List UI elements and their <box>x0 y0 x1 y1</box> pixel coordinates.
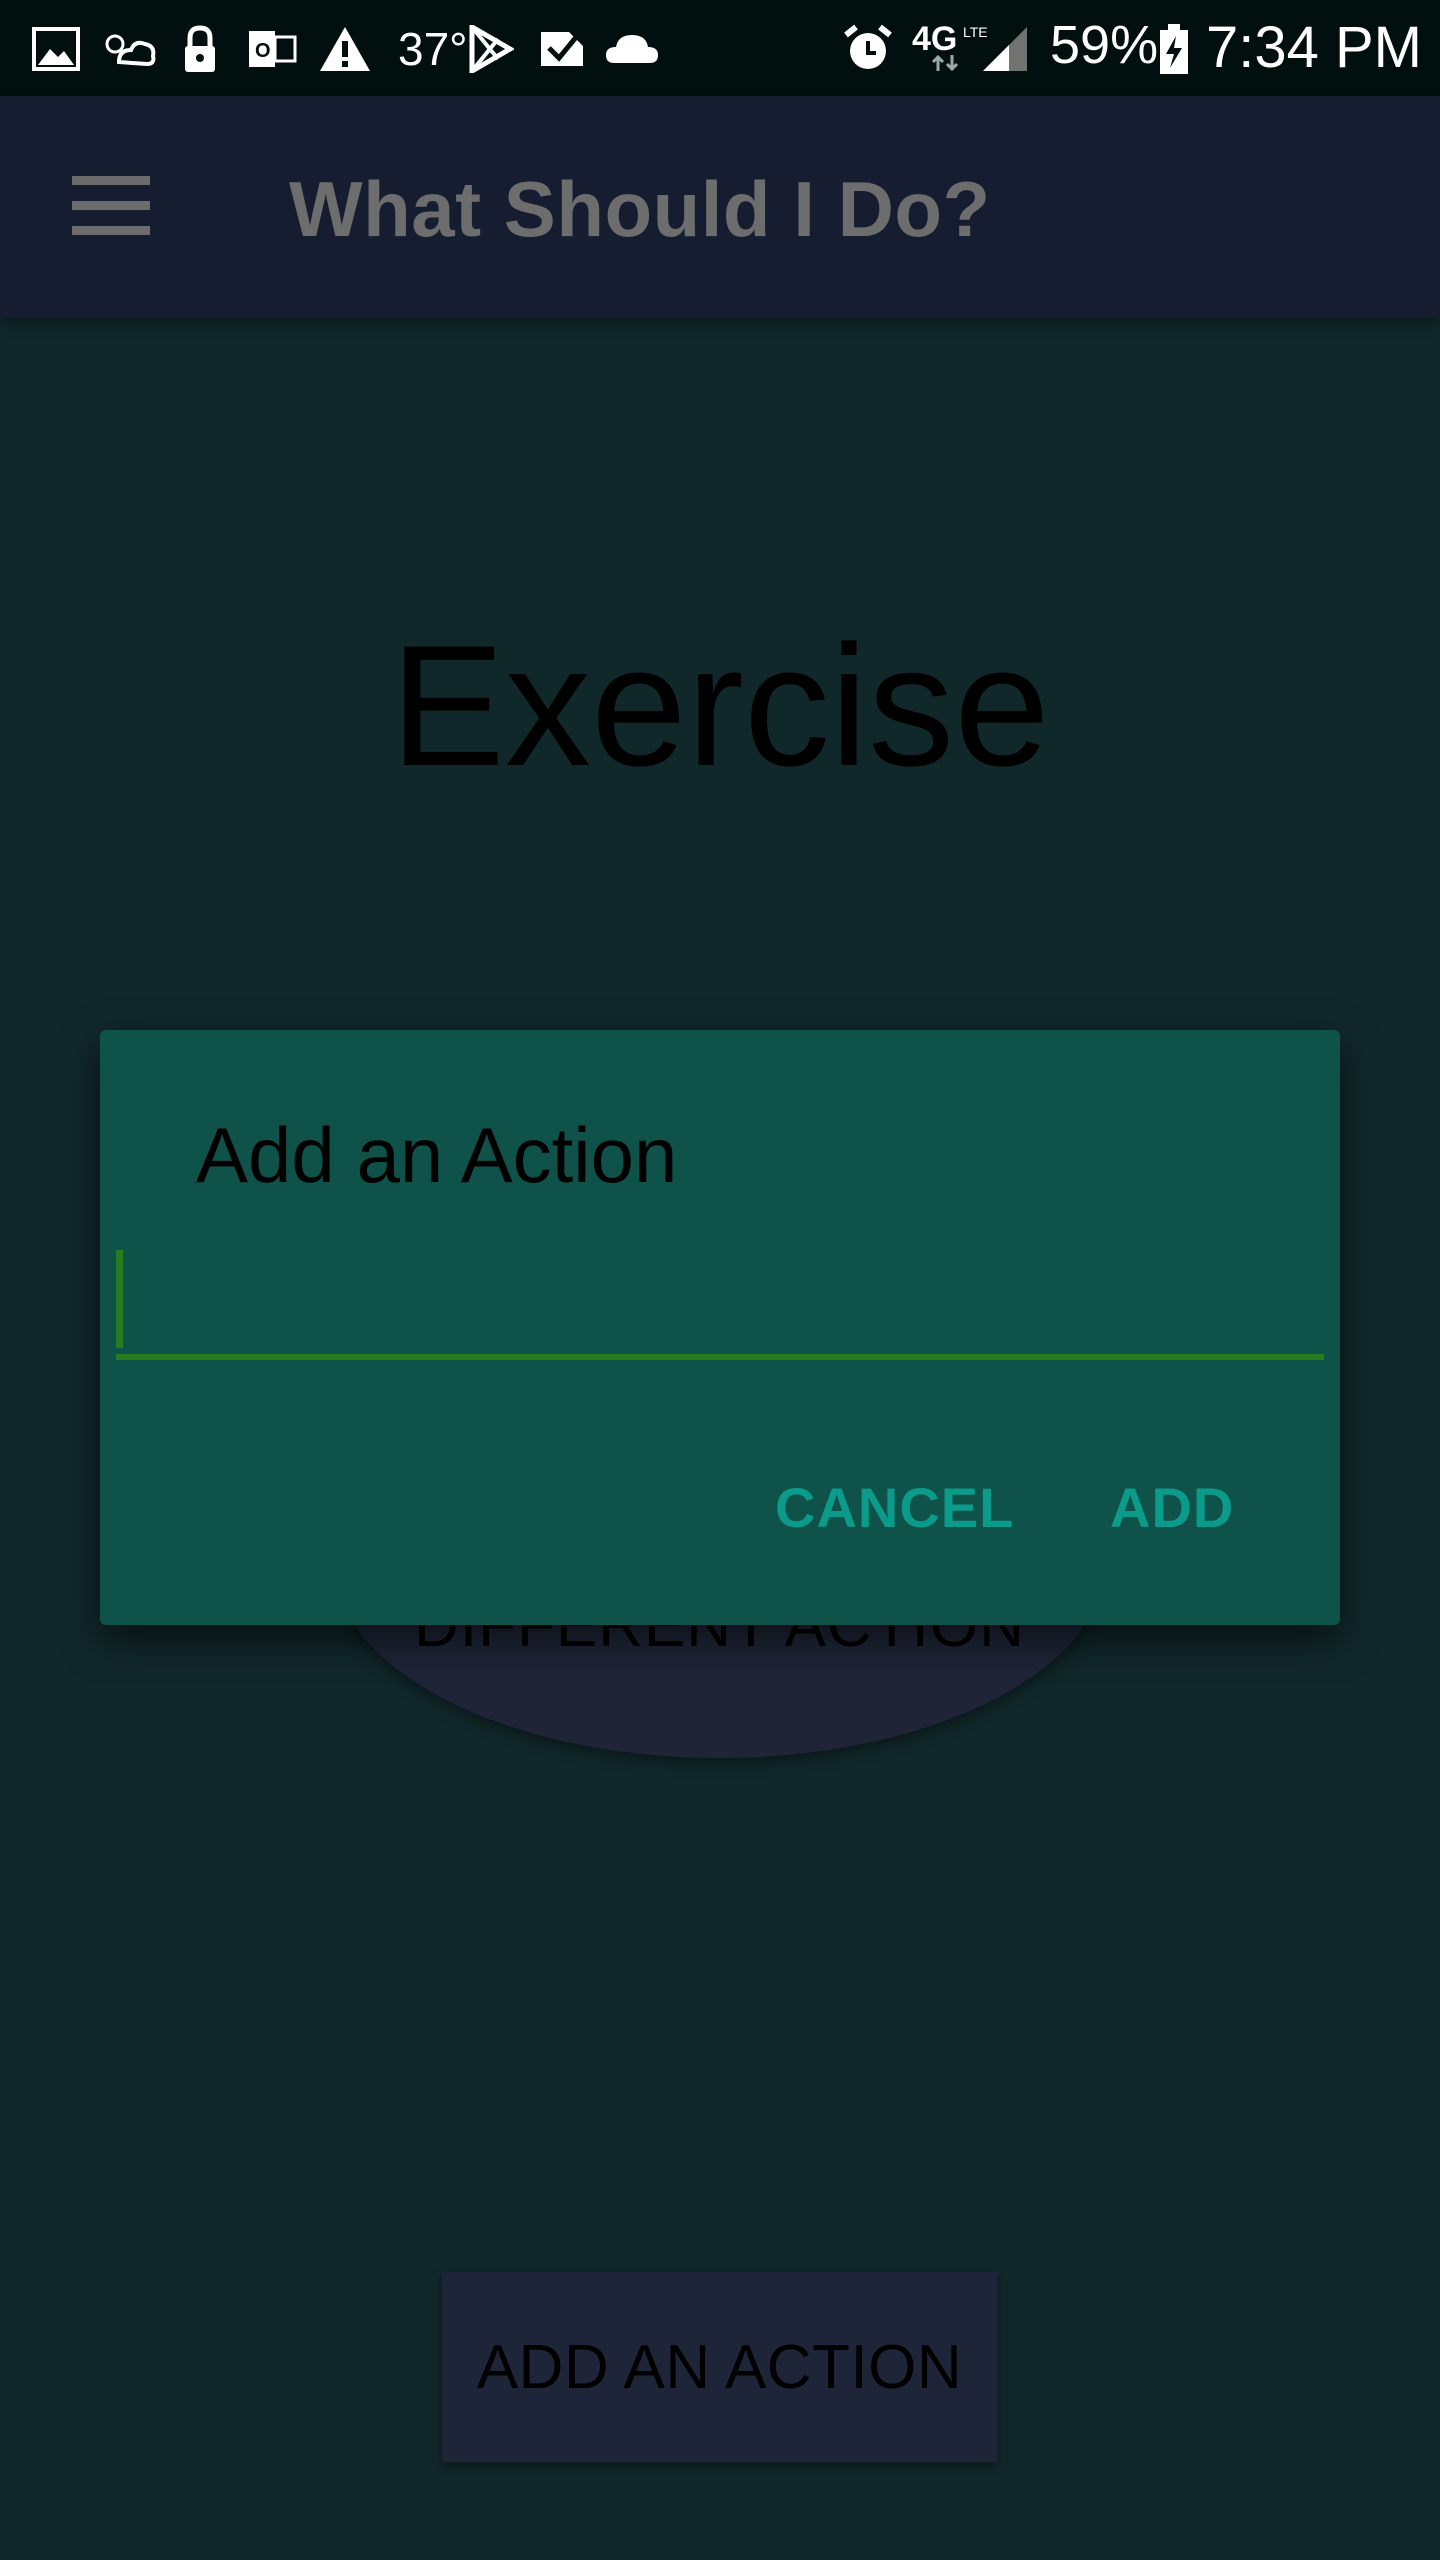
temperature-label: 37° <box>398 23 468 75</box>
lock-icon <box>180 20 220 78</box>
action-name-input[interactable] <box>116 1250 1324 1360</box>
signal-icon <box>980 20 1030 78</box>
play-store-icon <box>466 20 516 78</box>
add-an-action-button[interactable]: ADD AN ACTION <box>442 2272 997 2462</box>
add-button[interactable]: ADD <box>1110 1475 1234 1540</box>
current-action-text: Exercise <box>390 610 1050 802</box>
app-title: What Should I Do? <box>289 165 991 253</box>
dialog-title: Add an Action <box>196 1111 678 1199</box>
cloud-icon <box>604 20 660 78</box>
battery-percent-label: 59% <box>1050 15 1159 75</box>
data-arrows-icon <box>928 52 962 74</box>
clock-label: 7:34 PM <box>1206 15 1422 80</box>
add-action-dialog: Add an Action CANCEL ADD <box>100 1030 1340 1625</box>
warning-icon <box>318 20 372 78</box>
gallery-icon <box>30 20 82 78</box>
battery-charging-icon <box>1156 20 1192 78</box>
app-bar: What Should I Do? <box>0 96 1440 318</box>
text-cursor <box>116 1250 123 1348</box>
outlook-icon: O <box>246 20 298 78</box>
status-bar: O 37° 4G LTE 59% 7:34 PM <box>0 0 1440 96</box>
task-check-icon <box>538 20 586 78</box>
weather-icon <box>98 20 158 78</box>
svg-text:O: O <box>255 40 271 62</box>
hamburger-menu-icon[interactable] <box>72 176 150 236</box>
alarm-icon <box>842 20 894 78</box>
cancel-button[interactable]: CANCEL <box>775 1475 1014 1540</box>
